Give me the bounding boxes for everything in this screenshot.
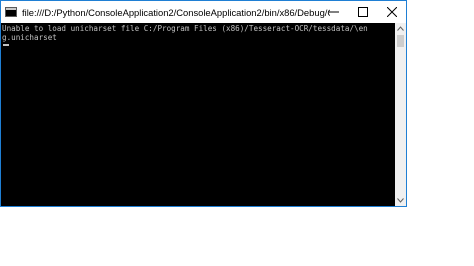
- console-line: Unable to load unicharset file C:/Progra…: [2, 24, 368, 33]
- scroll-up-button[interactable]: [395, 23, 406, 34]
- chevron-up-icon: [397, 26, 404, 31]
- close-icon: [386, 7, 397, 17]
- scrollbar-thumb[interactable]: [397, 35, 404, 47]
- console-app-icon[interactable]: [5, 7, 17, 17]
- chevron-down-icon: [397, 198, 404, 203]
- caption-buttons: [319, 1, 406, 23]
- console-window: file:///D:/Python/ConsoleApplication2/Co…: [0, 0, 407, 207]
- minimize-icon: [328, 11, 339, 13]
- minimize-button[interactable]: [319, 1, 348, 23]
- console-line: g.unicharset: [2, 32, 57, 42]
- text-cursor: [3, 44, 9, 46]
- title-bar[interactable]: file:///D:/Python/ConsoleApplication2/Co…: [1, 1, 406, 23]
- maximize-button[interactable]: [348, 1, 377, 23]
- vertical-scrollbar[interactable]: [395, 23, 406, 206]
- maximize-icon: [357, 7, 368, 17]
- scroll-down-button[interactable]: [395, 195, 406, 206]
- close-button[interactable]: [377, 1, 406, 23]
- console-output[interactable]: Unable to load unicharset file C:/Progra…: [1, 23, 395, 206]
- window-title: file:///D:/Python/ConsoleApplication2/Co…: [22, 6, 330, 18]
